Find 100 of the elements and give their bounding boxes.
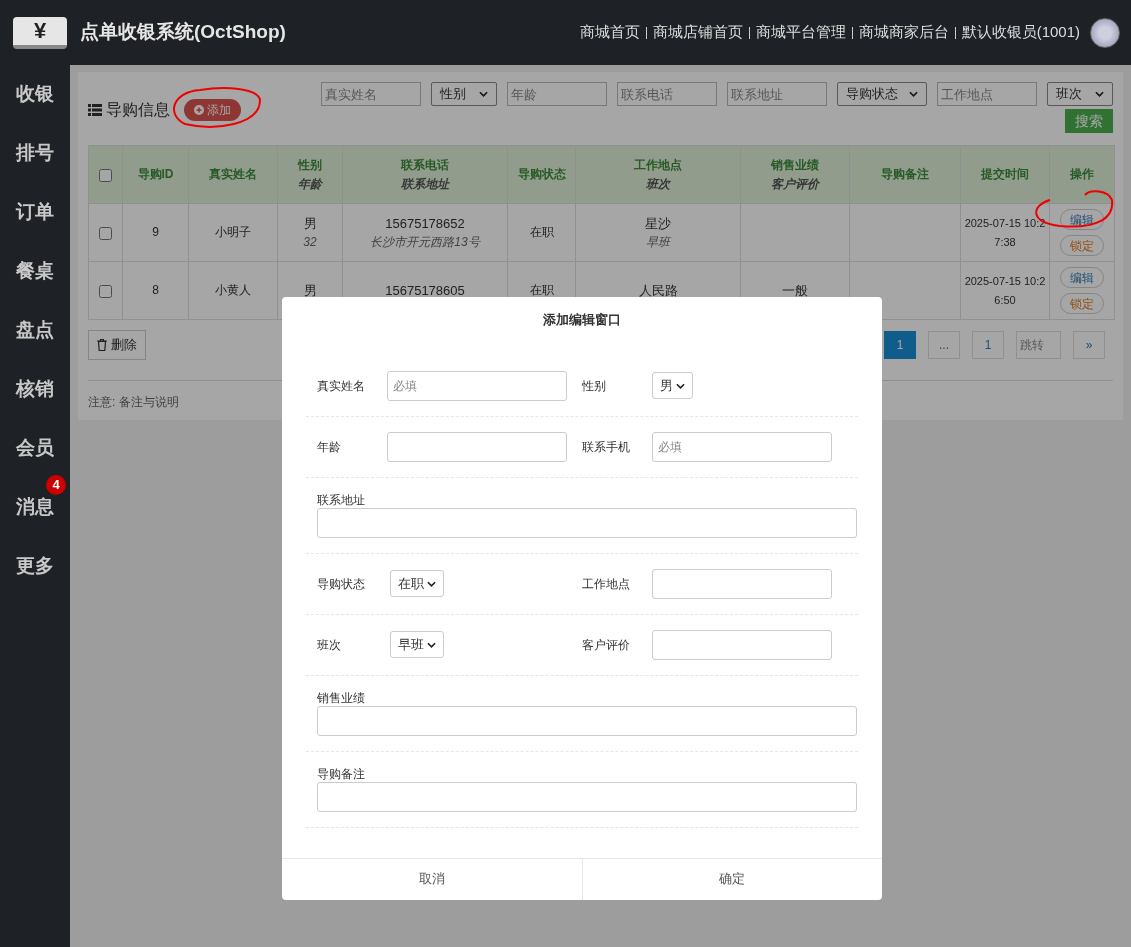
- dropdown[interactable]: 在职: [390, 570, 444, 597]
- table-cell-text: 人民路: [637, 282, 679, 300]
- field-label: 导购状态: [317, 575, 366, 593]
- edit-button[interactable]: 编辑: [1060, 209, 1104, 230]
- table-cell-note: 长沙市开元西路13号: [369, 233, 482, 251]
- row-checkbox[interactable]: [99, 226, 112, 240]
- confirm-button[interactable]: 确定: [581, 858, 882, 900]
- edit-button[interactable]: 编辑: [1060, 267, 1104, 288]
- field-label: 联系地址: [317, 491, 366, 508]
- column-subheader: 客户评价: [770, 175, 821, 193]
- field-label: 导购备注: [317, 765, 366, 782]
- table-cell-text: 2025-07-15 10:27:38: [963, 215, 1047, 250]
- field-label: 真实姓名: [317, 377, 366, 395]
- panel-title: 导购信息: [106, 100, 170, 120]
- filter-field[interactable]: 年龄: [507, 82, 607, 106]
- row-checkbox[interactable]: [99, 284, 112, 298]
- chevron-icon: [427, 641, 436, 648]
- sidebar-item[interactable]: 排号: [16, 140, 54, 165]
- header-link[interactable]: 默认收银员(1001): [961, 21, 1080, 44]
- list-icon: [88, 104, 102, 116]
- header-link[interactable]: 商城平台管理: [755, 21, 846, 44]
- chevron-icon: [427, 580, 436, 587]
- text-field[interactable]: 必填: [387, 370, 567, 401]
- page-button[interactable]: ...: [928, 331, 960, 359]
- table-cell-text: 15675178652: [384, 214, 466, 233]
- column-header: 导购状态: [516, 166, 567, 183]
- modal-title: 添加编辑窗口: [542, 311, 622, 329]
- sidebar-item[interactable]: 订单: [16, 199, 54, 224]
- column-header: 提交时间: [980, 166, 1030, 183]
- header-link[interactable]: 商城商家后台: [858, 21, 949, 44]
- dropdown[interactable]: 早班: [390, 631, 444, 658]
- field-label: 年龄: [317, 438, 342, 456]
- chevron-icon: [909, 91, 918, 97]
- table-cell-text: 15675178605: [384, 282, 466, 300]
- footnote: 注意: 备注与说明: [88, 394, 180, 411]
- user-avatar[interactable]: [1090, 17, 1120, 48]
- field-label: 班次: [317, 636, 342, 654]
- text-field[interactable]: [317, 781, 857, 812]
- column-header: 性别: [296, 156, 323, 174]
- column-header: 导购备注: [880, 166, 930, 183]
- table-cell-text: 9: [151, 224, 160, 241]
- column-subheader: 联系地址: [400, 175, 451, 193]
- table-cell-note: 32: [302, 233, 318, 251]
- chevron-icon: [1095, 91, 1104, 97]
- dropdown[interactable]: 男: [652, 372, 693, 399]
- filter-select[interactable]: 班次: [1047, 82, 1113, 106]
- header-link[interactable]: 商城首页: [579, 21, 640, 44]
- text-field[interactable]: [387, 431, 567, 462]
- select-all-checkbox[interactable]: [99, 168, 112, 182]
- chevron-icon: [479, 91, 488, 97]
- cancel-button[interactable]: 取消: [282, 858, 582, 900]
- column-header: 真实姓名: [208, 166, 258, 183]
- filter-field[interactable]: 联系地址: [727, 82, 827, 106]
- sidebar-item[interactable]: 消息: [16, 494, 54, 519]
- sidebar-item[interactable]: 更多: [16, 553, 54, 578]
- sidebar-item[interactable]: 核销: [16, 376, 54, 401]
- plus-circle-icon: [194, 105, 204, 115]
- sidebar-item[interactable]: 餐桌: [16, 258, 54, 283]
- next-page-button[interactable]: »: [1073, 331, 1105, 359]
- filter-field[interactable]: 真实姓名: [321, 82, 421, 106]
- field-label: 性别: [582, 377, 607, 395]
- table-cell-text: 在职: [528, 224, 555, 241]
- table-cell-text: 星沙: [644, 214, 672, 233]
- sidebar-item[interactable]: 会员: [16, 435, 54, 460]
- table-cell-text: 2025-07-15 10:26:50: [963, 273, 1047, 308]
- table-cell-text: 一般: [781, 282, 809, 300]
- sidebar-item[interactable]: 收银: [16, 81, 54, 106]
- header-link[interactable]: 商城店铺首页: [652, 21, 743, 44]
- table-cell-text: 小黄人: [214, 282, 252, 299]
- field-label: 客户评价: [582, 636, 631, 654]
- text-field[interactable]: 必填: [652, 431, 832, 462]
- text-field[interactable]: [652, 568, 832, 599]
- field-label: 工作地点: [582, 575, 631, 593]
- sidebar-item[interactable]: 盘点: [16, 317, 54, 342]
- field-label: 联系手机: [582, 438, 631, 456]
- text-field[interactable]: [317, 705, 857, 736]
- table-cell-text: 男: [302, 282, 318, 300]
- column-header: 操作: [1069, 166, 1095, 183]
- notification-badge: 4: [46, 475, 66, 495]
- logo-icon: ¥: [13, 16, 67, 49]
- delete-button[interactable]: 删除: [88, 330, 146, 360]
- column-header: 联系电话: [399, 156, 450, 174]
- filter-select[interactable]: 性别: [431, 82, 497, 106]
- page-jump-field[interactable]: 跳转: [1016, 331, 1061, 359]
- text-field[interactable]: [652, 629, 832, 660]
- table-cell-text: 男: [302, 214, 318, 233]
- table-cell-note: 早班: [645, 233, 672, 251]
- filter-field[interactable]: 工作地点: [937, 82, 1037, 106]
- trash-icon: [97, 339, 107, 351]
- text-field[interactable]: [317, 507, 857, 538]
- column-header: 导购ID: [136, 166, 175, 183]
- filter-field[interactable]: 联系电话: [617, 82, 717, 106]
- column-header: 销售业绩: [770, 156, 820, 174]
- filter-select[interactable]: 导购状态: [837, 82, 927, 106]
- table-cell-text: 8: [151, 282, 160, 299]
- field-label: 销售业绩: [317, 689, 366, 706]
- page-button[interactable]: 1: [972, 331, 1004, 359]
- column-header: 工作地点: [633, 156, 683, 174]
- column-subheader: 年龄: [297, 175, 324, 193]
- column-subheader: 班次: [645, 175, 672, 193]
